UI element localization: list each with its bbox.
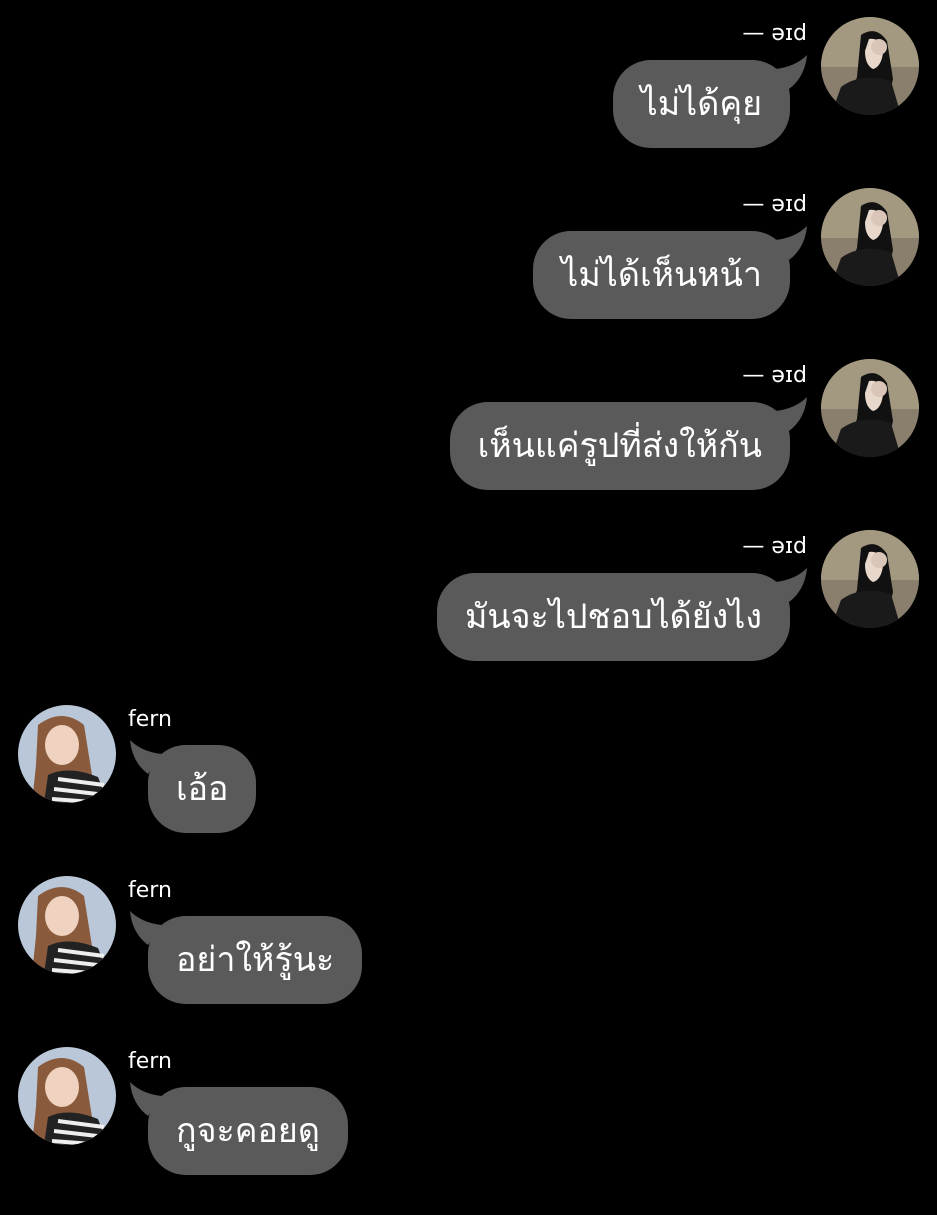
avatar-left[interactable] <box>18 1047 116 1145</box>
sender-name: — əɪd <box>742 192 807 217</box>
avatar-photo-icon <box>821 359 919 457</box>
message-row: fern กูจะคอยดู <box>0 1044 937 1215</box>
avatar-photo-icon <box>821 17 919 115</box>
avatar-right[interactable] <box>821 359 919 457</box>
bubble-tail <box>775 397 815 437</box>
message-row: — əɪd มันจะไปชอบได้ยังไง <box>0 513 937 684</box>
message-row: fern เอ้อ <box>0 702 937 873</box>
avatar-right[interactable] <box>821 530 919 628</box>
avatar-photo-icon <box>18 1047 116 1145</box>
avatar-photo-icon <box>18 705 116 803</box>
message-row: — əɪd ไม่ได้คุย <box>0 0 937 171</box>
message-row: fern อย่าให้รู้นะ <box>0 873 937 1044</box>
avatar-right[interactable] <box>821 188 919 286</box>
message-bubble[interactable]: ไม่ได้เห็นหน้า <box>533 231 790 319</box>
avatar-photo-icon <box>821 530 919 628</box>
bubble-tail <box>775 226 815 266</box>
sender-name: — əɪd <box>742 363 807 388</box>
sender-name: — əɪd <box>742 534 807 559</box>
message-bubble[interactable]: อย่าให้รู้นะ <box>148 916 363 1004</box>
message-bubble[interactable]: ไม่ได้คุย <box>612 60 790 148</box>
message-bubble[interactable]: เอ้อ <box>148 745 257 833</box>
bubble-tail <box>775 568 815 608</box>
avatar-photo-icon <box>821 188 919 286</box>
sender-name: — əɪd <box>742 21 807 46</box>
bubble-tail <box>775 55 815 95</box>
message-bubble[interactable]: กูจะคอยดู <box>148 1087 348 1175</box>
message-row: — əɪd ไม่ได้เห็นหน้า <box>0 171 937 342</box>
sender-name: fern <box>128 878 172 903</box>
bubble-tail <box>122 740 162 780</box>
message-row: — əɪd เห็นแค่รูปที่ส่งให้กัน <box>0 342 937 513</box>
sender-name: fern <box>128 1049 172 1074</box>
bubble-tail <box>122 1082 162 1122</box>
avatar-left[interactable] <box>18 705 116 803</box>
message-bubble[interactable]: เห็นแค่รูปที่ส่งให้กัน <box>449 402 790 490</box>
sender-name: fern <box>128 707 172 732</box>
bubble-tail <box>122 911 162 951</box>
avatar-photo-icon <box>18 876 116 974</box>
avatar-left[interactable] <box>18 876 116 974</box>
message-bubble[interactable]: มันจะไปชอบได้ยังไง <box>436 573 790 661</box>
avatar-right[interactable] <box>821 17 919 115</box>
